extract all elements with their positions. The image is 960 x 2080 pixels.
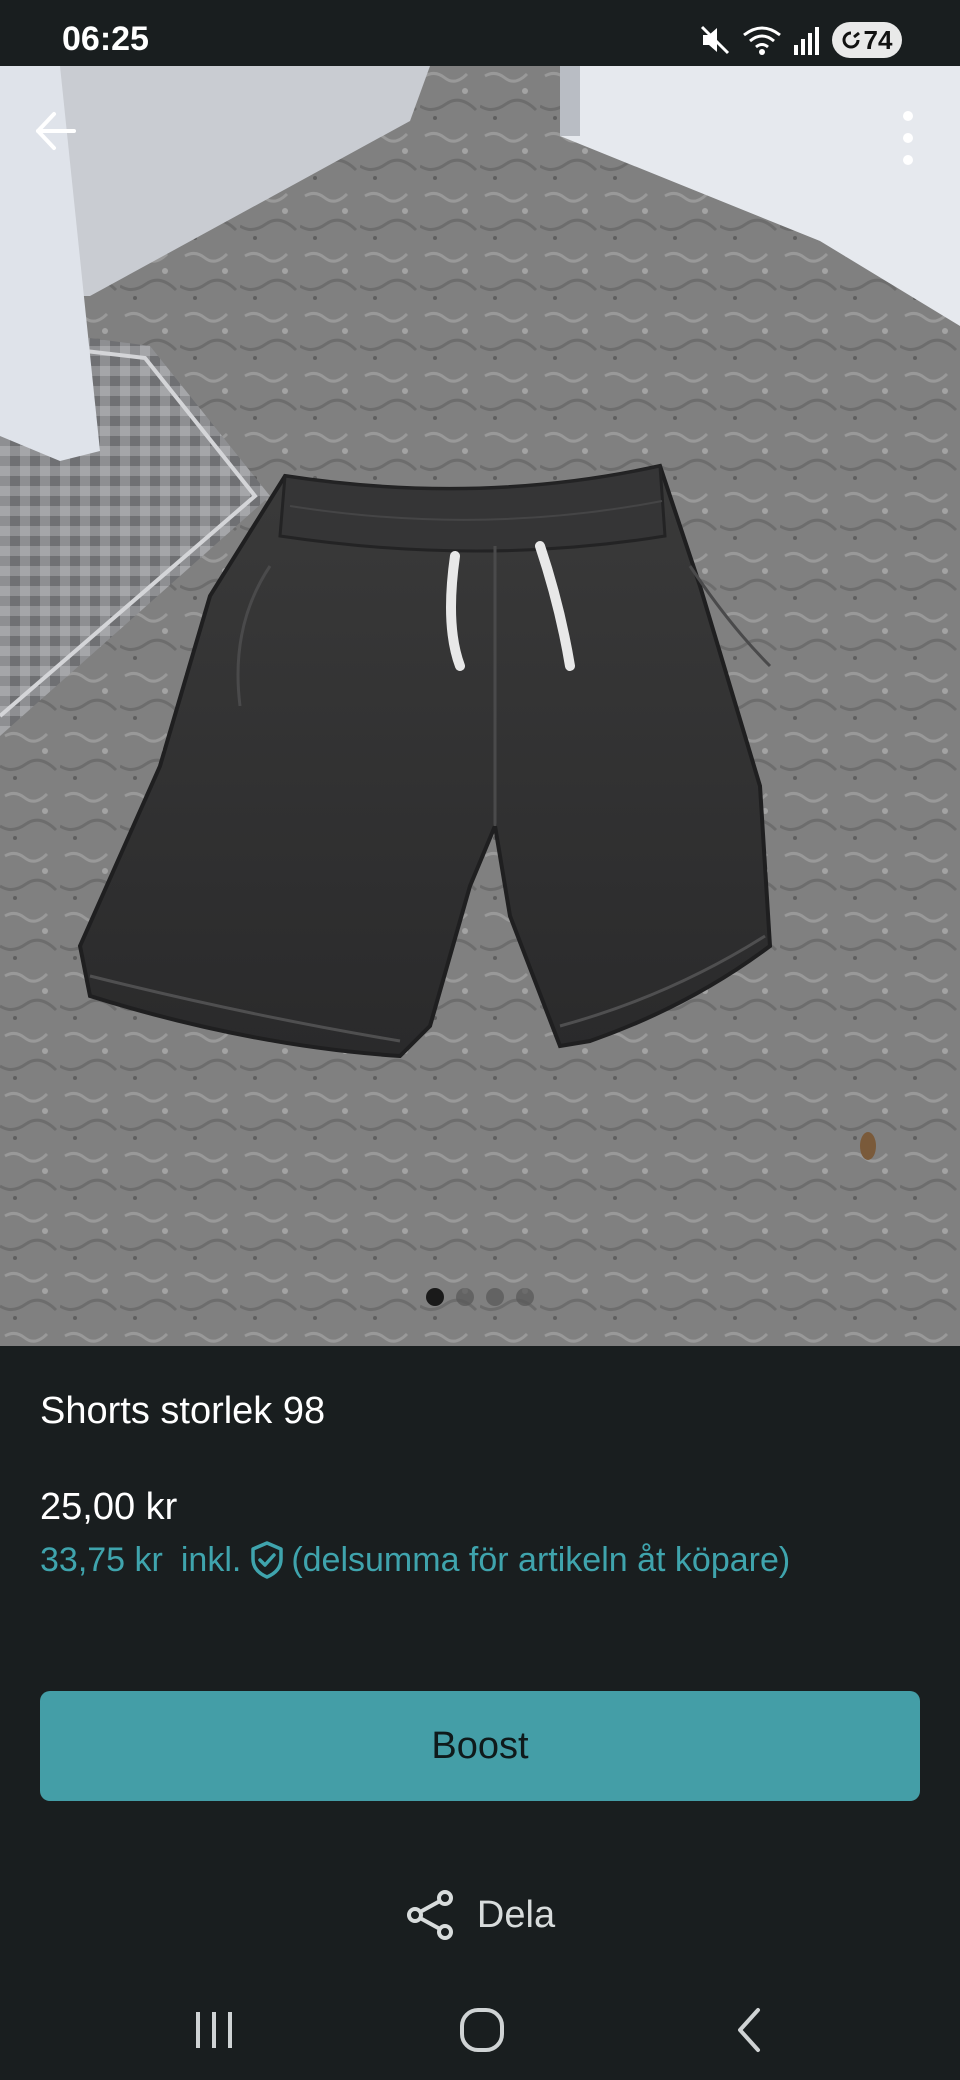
system-navigation-bar: [0, 1980, 960, 2080]
image-pagination: [0, 1288, 960, 1306]
pagination-dot-2[interactable]: [456, 1288, 474, 1306]
product-photo[interactable]: [0, 66, 960, 1346]
home-icon[interactable]: [452, 2002, 512, 2058]
back-arrow-icon[interactable]: [30, 106, 80, 156]
pagination-dot-3[interactable]: [486, 1288, 504, 1306]
status-time: 06:25: [62, 20, 149, 58]
incl-label: inkl.: [180, 1540, 242, 1579]
mute-icon: [700, 25, 730, 55]
battery-saver-icon: [842, 31, 860, 49]
pagination-dot-1[interactable]: [426, 1288, 444, 1306]
listing-title: Shorts storlek 98: [40, 1390, 326, 1432]
product-image: [0, 66, 960, 1346]
incl-note: (delsumma för artikeln åt köpare): [291, 1540, 791, 1579]
recent-apps-icon[interactable]: [184, 2002, 244, 2058]
back-nav-icon[interactable]: [720, 2002, 780, 2058]
share-button[interactable]: Dela: [0, 1885, 960, 1945]
share-label: Dela: [476, 1893, 556, 1936]
share-icon: [406, 1890, 453, 1940]
status-bar: 06:25 74: [0, 0, 960, 66]
boost-button-label: Boost: [431, 1724, 529, 1767]
buyer-protection-shield-icon: [251, 1541, 284, 1579]
more-options-icon[interactable]: [896, 106, 920, 170]
pagination-dot-4[interactable]: [516, 1288, 534, 1306]
boost-button[interactable]: Boost: [40, 1691, 920, 1801]
wifi-icon: [743, 26, 781, 55]
battery-level: 74: [863, 24, 893, 55]
listing-price: 25,00 kr: [40, 1486, 178, 1528]
status-icons: 74: [698, 20, 902, 60]
signal-icon: [794, 27, 819, 55]
price-incl-protection[interactable]: 33,75 kr inkl. (delsumma för artikeln åt…: [40, 1540, 790, 1580]
battery-indicator: 74: [832, 22, 902, 58]
price-incl-value: 33,75 kr: [40, 1540, 163, 1579]
